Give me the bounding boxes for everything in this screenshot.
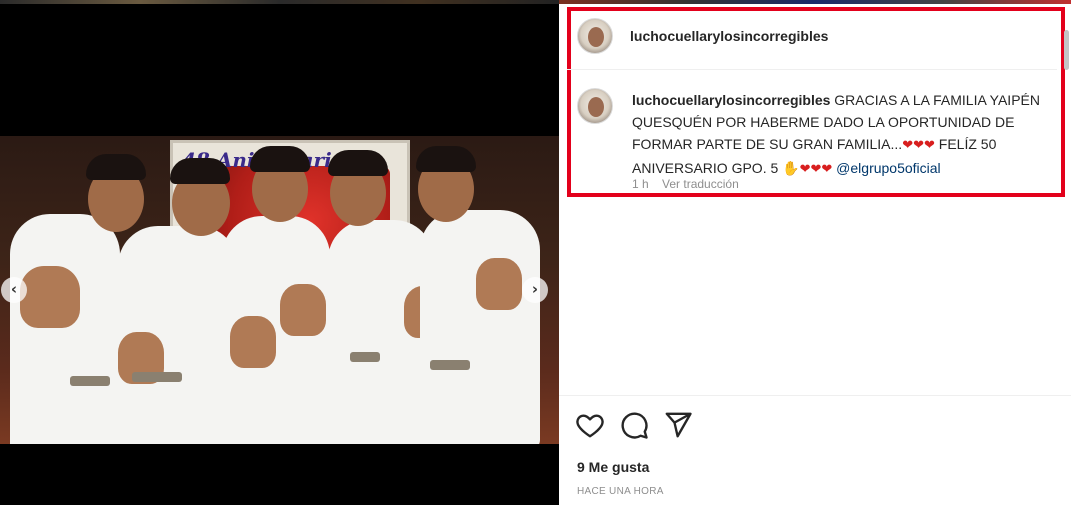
avatar-face bbox=[588, 97, 604, 117]
heart-outline-icon[interactable] bbox=[575, 410, 605, 440]
person-belt bbox=[430, 360, 470, 370]
person-hand bbox=[476, 258, 522, 310]
person-hair bbox=[328, 150, 388, 176]
person bbox=[10, 214, 120, 444]
post-timestamp: HACE UNA HORA bbox=[577, 486, 664, 497]
post-details-panel: luchocuellarylosincorregibles luchocuell… bbox=[559, 0, 1071, 505]
mention-link[interactable]: @elgrupo5oficial bbox=[836, 160, 941, 176]
avatar-face bbox=[588, 27, 604, 47]
see-translation-link[interactable]: Ver traducción bbox=[662, 177, 739, 191]
actions-divider bbox=[559, 395, 1071, 396]
caption-meta: 1 h Ver traducción bbox=[632, 177, 749, 191]
post-media[interactable]: 48 Aniversario ‹ › bbox=[0, 0, 559, 505]
person-hand bbox=[20, 266, 80, 328]
hand-emoji: ✋ bbox=[782, 160, 800, 176]
next-image-button[interactable]: › bbox=[522, 277, 548, 303]
speech-bubble-icon[interactable] bbox=[619, 410, 649, 440]
scrollbar[interactable] bbox=[1064, 30, 1069, 70]
author-username[interactable]: luchocuellarylosincorregibles bbox=[630, 28, 828, 44]
caption-time[interactable]: 1 h bbox=[632, 177, 649, 191]
person-belt bbox=[70, 376, 110, 386]
person-hand bbox=[280, 284, 326, 336]
caption-username[interactable]: luchocuellarylosincorregibles bbox=[632, 92, 830, 108]
person-hair bbox=[416, 146, 476, 172]
author-avatar[interactable] bbox=[577, 18, 613, 54]
person-hand bbox=[230, 316, 276, 368]
post-caption: luchocuellarylosincorregibles GRACIAS A … bbox=[632, 89, 1057, 181]
person-hair bbox=[86, 154, 146, 180]
previous-image-button[interactable]: ‹ bbox=[1, 277, 27, 303]
person-hair bbox=[250, 146, 310, 172]
person-belt bbox=[132, 372, 182, 382]
heart-emoji: ❤❤❤ bbox=[799, 162, 833, 177]
likes-count[interactable]: 9 Me gusta bbox=[577, 459, 649, 475]
top-strip bbox=[559, 0, 1071, 4]
heart-emoji: ❤❤❤ bbox=[902, 138, 935, 153]
post-photo: 48 Aniversario bbox=[0, 136, 559, 444]
paper-plane-icon[interactable] bbox=[663, 410, 693, 440]
header-divider bbox=[567, 69, 1057, 70]
person-hair bbox=[170, 158, 230, 184]
person bbox=[420, 210, 540, 444]
caption-avatar[interactable] bbox=[577, 88, 613, 124]
top-strip bbox=[0, 0, 559, 4]
person-belt bbox=[350, 352, 380, 362]
